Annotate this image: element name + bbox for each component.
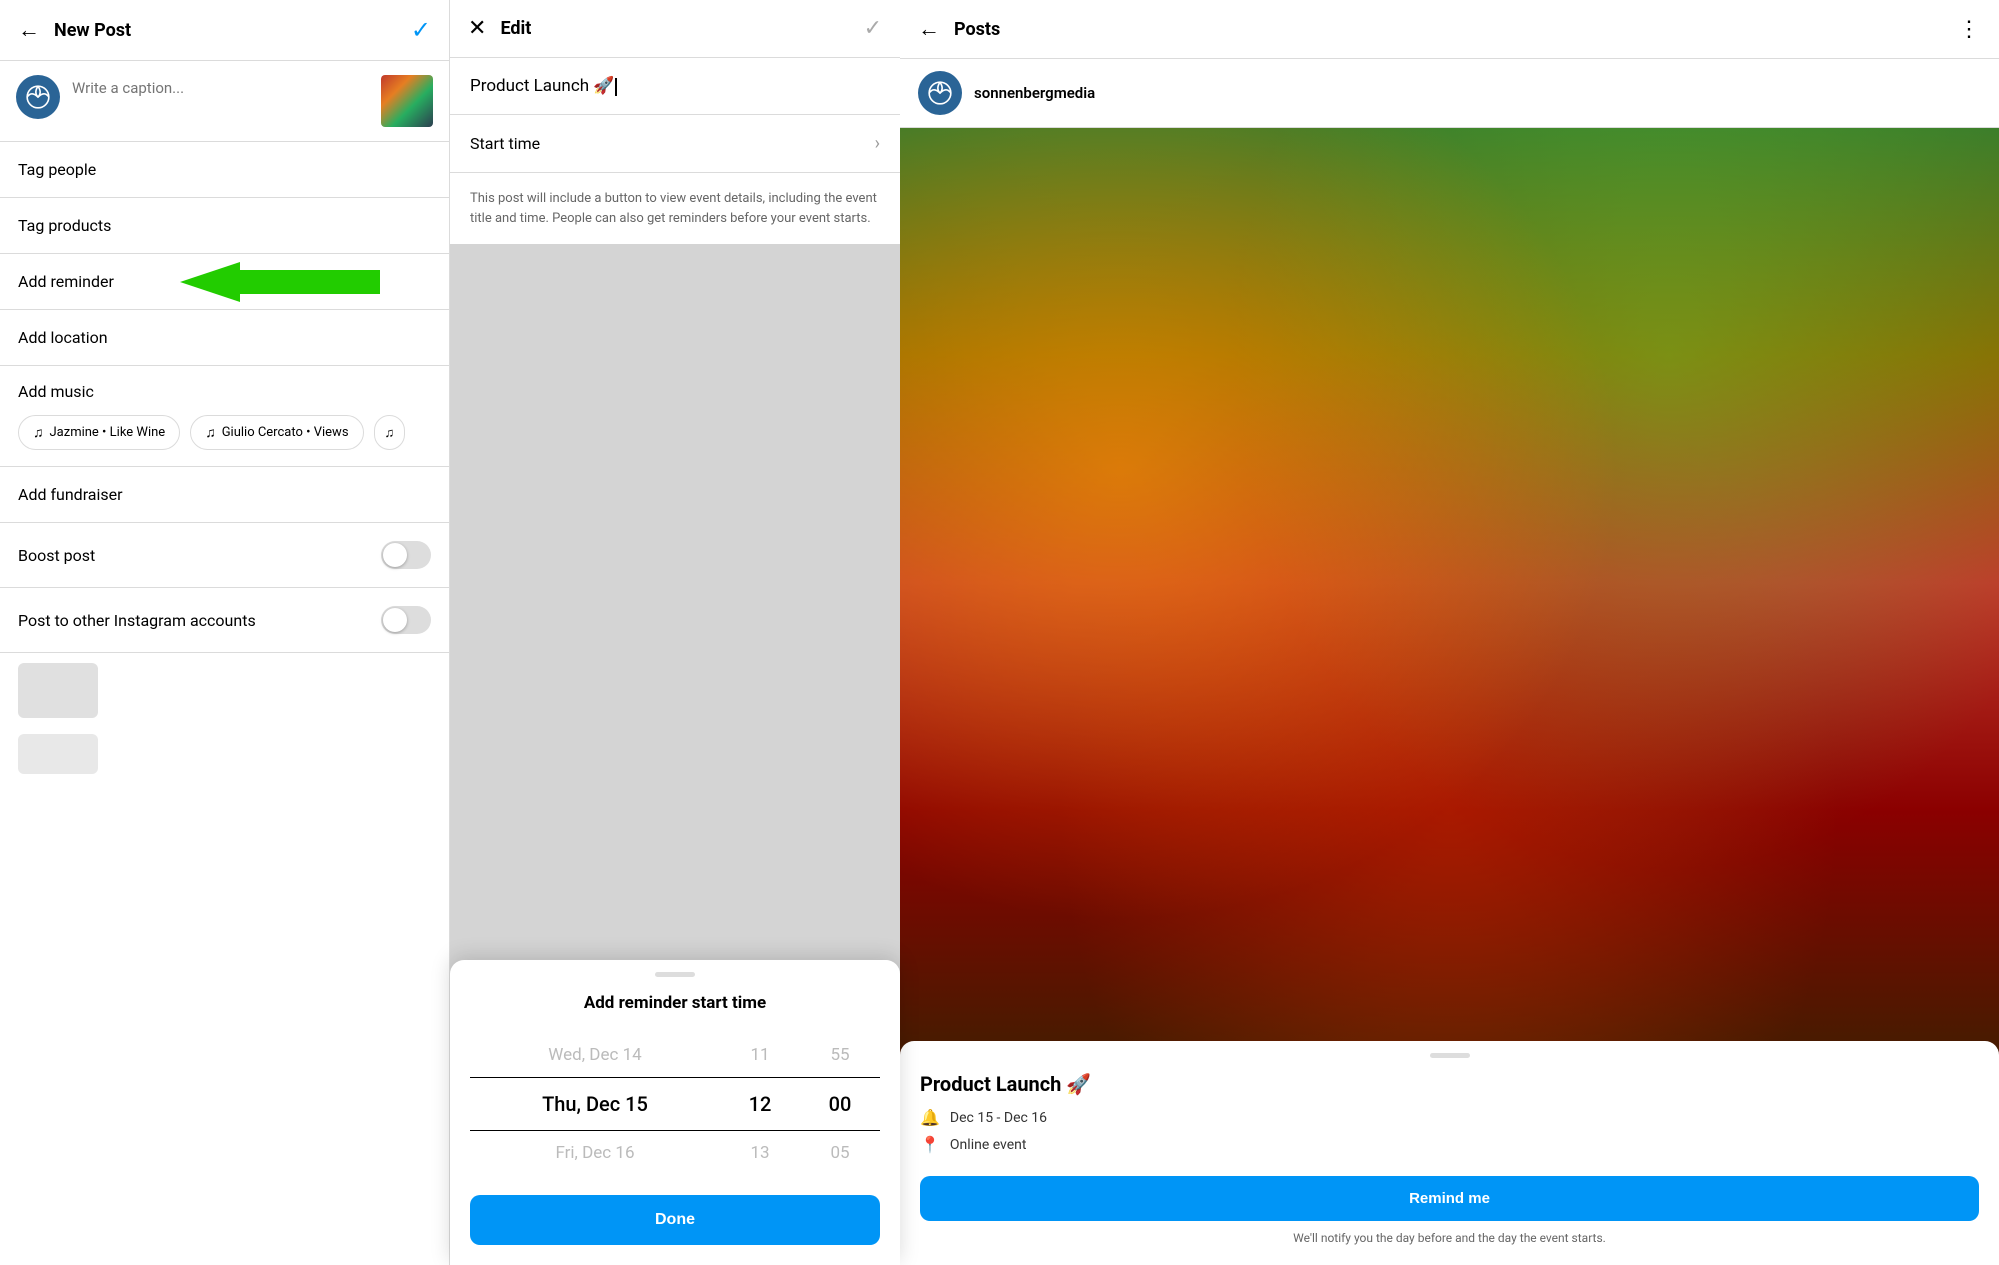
date-range-text: Dec 15 - Dec 16 <box>950 1110 1047 1126</box>
event-title-row: Product Launch 🚀 <box>450 58 900 115</box>
user-avatar <box>918 71 962 115</box>
posts-header-left: ← Posts <box>918 16 1000 42</box>
tag-people-label: Tag people <box>18 160 96 179</box>
new-post-panel: ← New Post ✓ Tag people Tag products Add… <box>0 0 450 1265</box>
edit-content: Product Launch 🚀 Start time › This post … <box>450 58 900 244</box>
sidebar-item-tag-products[interactable]: Tag products <box>0 198 449 254</box>
edit-header-left: ✕ Edit <box>468 16 531 41</box>
music-chip-2[interactable]: ♫ Giulio Cercato • Views <box>190 415 363 450</box>
header-left: ← New Post <box>18 17 131 43</box>
add-fundraiser-label: Add fundraiser <box>18 485 123 504</box>
music-chip-more[interactable]: ♫ <box>374 415 406 450</box>
edit-header: ✕ Edit ✓ <box>450 0 900 58</box>
avatar <box>16 75 60 119</box>
boost-post-toggle-row: Boost post <box>0 523 449 588</box>
sidebar-item-add-fundraiser[interactable]: Add fundraiser <box>0 467 449 523</box>
music-icon-1: ♫ <box>33 424 44 441</box>
minute-column: 55 00 05 <box>800 1033 880 1175</box>
minute-row-1-selected[interactable]: 00 <box>800 1077 880 1131</box>
event-title-text: Product Launch 🚀 <box>470 76 614 96</box>
back-button[interactable]: ← <box>18 17 40 43</box>
event-description: This post will include a button to view … <box>450 173 900 244</box>
sidebar-item-add-location[interactable]: Add location <box>0 310 449 366</box>
reminder-bottom-sheet: Add reminder start time Wed, Dec 14 Thu,… <box>450 960 900 1265</box>
post-image: 📅 Product Launch 🚀 🔔 Dec 15 - Dec 16 📍 O… <box>900 128 1999 1265</box>
add-music-label: Add music <box>18 382 431 401</box>
gray-placeholder <box>18 663 98 718</box>
posts-title: Posts <box>954 19 1000 40</box>
card-drag-handle <box>1430 1053 1470 1058</box>
more-music-icon: ♫ <box>385 425 395 441</box>
close-button[interactable]: ✕ <box>468 16 486 41</box>
more-options-button[interactable]: ⋮ <box>1958 17 1981 42</box>
edit-title: Edit <box>500 18 531 39</box>
gray-placeholder-2 <box>18 734 98 774</box>
hour-row-2: 13 <box>720 1131 800 1175</box>
date-column: Wed, Dec 14 Thu, Dec 15 Fri, Dec 16 <box>470 1033 720 1175</box>
posts-panel: ← Posts ⋮ sonnenbergmedia 📅 Product Laun… <box>900 0 1999 1265</box>
boost-post-label: Boost post <box>18 546 95 565</box>
date-row-0: Wed, Dec 14 <box>470 1033 720 1077</box>
event-desc-text: This post will include a button to view … <box>470 189 880 228</box>
hour-row-1-selected[interactable]: 12 <box>720 1077 800 1131</box>
edit-confirm-button[interactable]: ✓ <box>864 16 882 41</box>
confirm-button[interactable]: ✓ <box>411 16 431 44</box>
add-reminder-label: Add reminder <box>18 272 114 291</box>
date-row-2: Fri, Dec 16 <box>470 1131 720 1175</box>
done-button[interactable]: Done <box>470 1195 880 1245</box>
location-pin-icon: 📍 <box>920 1135 940 1154</box>
music-chips: ♫ Jazmine • Like Wine ♫ Giulio Cercato •… <box>18 415 431 450</box>
music-chip-2-label: Giulio Cercato • Views <box>222 425 349 440</box>
hour-column: 11 12 13 <box>720 1033 800 1175</box>
time-picker: Wed, Dec 14 Thu, Dec 15 Fri, Dec 16 11 1… <box>470 1033 880 1175</box>
boost-post-toggle[interactable] <box>381 541 431 569</box>
new-post-header: ← New Post ✓ <box>0 0 449 61</box>
green-arrow-icon <box>180 260 380 304</box>
date-row-1-selected[interactable]: Thu, Dec 15 <box>470 1077 720 1131</box>
text-cursor <box>615 78 617 96</box>
username-label: sonnenbergmedia <box>974 84 1095 102</box>
post-thumbnail <box>381 75 433 127</box>
music-chip-1[interactable]: ♫ Jazmine • Like Wine <box>18 415 180 450</box>
hour-row-0: 11 <box>720 1033 800 1077</box>
card-title: Product Launch 🚀 <box>920 1072 1979 1096</box>
page-title: New Post <box>54 20 131 41</box>
caption-area <box>0 61 449 142</box>
event-card: Product Launch 🚀 🔔 Dec 15 - Dec 16 📍 Onl… <box>900 1041 1999 1265</box>
start-time-row[interactable]: Start time › <box>450 115 900 173</box>
minute-row-2: 05 <box>800 1131 880 1175</box>
sheet-drag-handle <box>655 972 695 977</box>
music-section: Add music ♫ Jazmine • Like Wine ♫ Giulio… <box>0 366 449 467</box>
add-location-label: Add location <box>18 328 108 347</box>
chevron-right-icon: › <box>875 133 880 154</box>
sidebar-item-add-reminder[interactable]: Add reminder <box>0 254 449 310</box>
notify-text: We'll notify you the day before and the … <box>920 1231 1979 1245</box>
start-time-label: Start time <box>470 134 540 153</box>
other-accounts-toggle[interactable] <box>381 606 431 634</box>
music-chip-1-label: Jazmine • Like Wine <box>50 425 166 440</box>
user-row: sonnenbergmedia <box>900 59 1999 128</box>
date-info-row: 🔔 Dec 15 - Dec 16 <box>920 1108 1979 1127</box>
tag-products-label: Tag products <box>18 216 111 235</box>
other-accounts-toggle-row: Post to other Instagram accounts <box>0 588 449 653</box>
posts-header: ← Posts ⋮ <box>900 0 1999 59</box>
other-accounts-label: Post to other Instagram accounts <box>18 611 256 630</box>
sheet-title: Add reminder start time <box>470 993 880 1013</box>
location-text: Online event <box>950 1137 1027 1153</box>
sidebar-item-tag-people[interactable]: Tag people <box>0 142 449 198</box>
edit-panel: ✕ Edit ✓ Product Launch 🚀 Start time › T… <box>450 0 900 1265</box>
posts-back-button[interactable]: ← <box>918 16 940 42</box>
minute-row-0: 55 <box>800 1033 880 1077</box>
remind-me-button[interactable]: Remind me <box>920 1176 1979 1221</box>
caption-input[interactable] <box>72 75 369 115</box>
music-icon-2: ♫ <box>205 424 216 441</box>
location-info-row: 📍 Online event <box>920 1135 1979 1154</box>
bell-icon: 🔔 <box>920 1108 940 1127</box>
